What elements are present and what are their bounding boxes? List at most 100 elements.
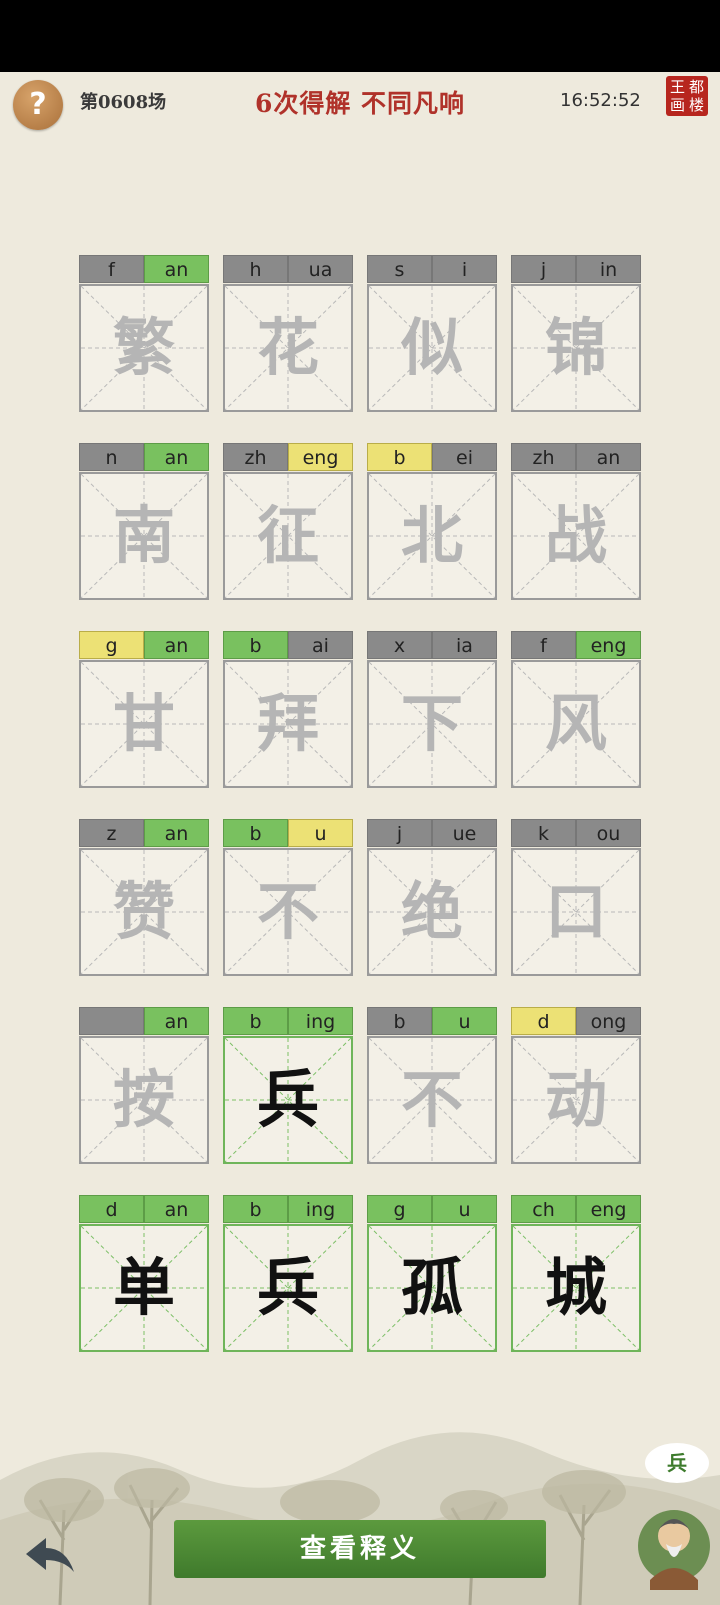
hanzi-char: 拜 [256,687,319,760]
char-cell: ch eng 城 [511,1195,641,1352]
pinyin-initial: s [367,255,432,283]
pinyin-final: an [144,631,209,659]
pinyin-bar: d an [79,1195,209,1223]
character-box: 单 [79,1224,209,1352]
pinyin-initial: d [79,1195,144,1223]
pinyin-initial: d [511,1007,576,1035]
char-cell: n an 南 [79,443,209,600]
back-arrow-icon[interactable] [22,1530,78,1580]
character-box: 风 [511,660,641,788]
pinyin-bar: d ong [511,1007,641,1035]
char-cell: x ia 下 [367,631,497,788]
pinyin-initial: k [511,819,576,847]
character-box: 兵 [223,1224,353,1352]
character-box: 下 [367,660,497,788]
hanzi-char: 战 [544,499,607,572]
character-box: 南 [79,472,209,600]
pinyin-final: an [144,255,209,283]
pinyin-initial: b [223,1195,288,1223]
hanzi-char: 按 [112,1063,175,1136]
hanzi-char: 似 [400,311,463,384]
char-cell: j in 锦 [511,255,641,412]
hanzi-char: 甘 [112,687,175,760]
character-box: 北 [367,472,497,600]
hanzi-char: 繁 [112,311,175,384]
pinyin-final: ia [432,631,497,659]
pinyin-bar: h ua [223,255,353,283]
char-cell: j ue 绝 [367,819,497,976]
hanzi-char: 兵 [256,1251,319,1324]
character-box: 赞 [79,848,209,976]
pinyin-bar: si [367,255,497,283]
pinyin-final: an [576,443,641,471]
hanzi-char: 风 [544,687,607,760]
pinyin-initial: g [367,1195,432,1223]
char-cell: zh an 战 [511,443,641,600]
pinyin-bar: b ai [223,631,353,659]
hanzi-char: 绝 [400,875,463,948]
pinyin-initial: j [367,819,432,847]
pinyin-bar: zh an [511,443,641,471]
character-box: 口 [511,848,641,976]
hanzi-char: 赞 [112,875,175,948]
character-box: 孤 [367,1224,497,1352]
pinyin-final: ua [288,255,353,283]
char-cell: f an 繁 [79,255,209,412]
hanzi-char: 动 [544,1063,607,1136]
pinyin-final: eng [576,1195,641,1223]
character-box: 城 [511,1224,641,1352]
hanzi-char: 锦 [544,311,607,384]
pinyin-final: ing [288,1195,353,1223]
char-cell: d an 单 [79,1195,209,1352]
char-cell: g an 甘 [79,631,209,788]
pinyin-final: u [432,1195,497,1223]
pinyin-final: ue [432,819,497,847]
hint-bubble: 兵 [645,1443,709,1483]
char-cell: d ong 动 [511,1007,641,1164]
character-box: 甘 [79,660,209,788]
character-box: 战 [511,472,641,600]
guess-grid: f an 繁 h ua 花 s i 似 j in 锦 n an 南 zh eng 征 b ei 北 zh an 战 g an 甘 b a… [0,0,720,1400]
character-box: 按 [79,1036,209,1164]
pinyin-initial: zh [511,443,576,471]
pinyin-bar: bu [367,1007,497,1035]
pinyin-initial: n [79,443,144,471]
pinyin-final: u [432,1007,497,1035]
pinyin-final: an [144,1007,209,1035]
character-box: 兵 [223,1036,353,1164]
pinyin-bar: b ei [367,443,497,471]
hanzi-char: 花 [256,311,319,384]
character-box: 繁 [79,284,209,412]
pinyin-bar: n an [79,443,209,471]
hanzi-char: 下 [400,687,463,760]
pinyin-bar: j ue [367,819,497,847]
sage-avatar-icon[interactable] [636,1500,712,1590]
char-cell: b ei 北 [367,443,497,600]
hanzi-char: 口 [544,875,607,948]
hanzi-char: 城 [544,1251,607,1324]
pinyin-final: ing [288,1007,353,1035]
pinyin-initial: f [511,631,576,659]
hanzi-char: 北 [400,499,463,572]
pinyin-initial: b [223,1007,288,1035]
hanzi-char: 孤 [400,1251,463,1324]
view-meaning-button[interactable]: 查看释义 [174,1520,546,1578]
pinyin-bar: x ia [367,631,497,659]
pinyin-bar: ch eng [511,1195,641,1223]
hanzi-char: 不 [256,875,319,948]
char-cell: k ou 口 [511,819,641,976]
pinyin-final: i [432,255,497,283]
character-box: 锦 [511,284,641,412]
char-cell: zh eng 征 [223,443,353,600]
pinyin-initial: x [367,631,432,659]
pinyin-final: u [288,819,353,847]
pinyin-initial: z [79,819,144,847]
character-box: 绝 [367,848,497,976]
pinyin-bar: j in [511,255,641,283]
pinyin-final: ou [576,819,641,847]
pinyin-bar: zh eng [223,443,353,471]
pinyin-final: ong [576,1007,641,1035]
hanzi-char: 不 [400,1063,463,1136]
pinyin-bar: k ou [511,819,641,847]
pinyin-initial: b [223,819,288,847]
